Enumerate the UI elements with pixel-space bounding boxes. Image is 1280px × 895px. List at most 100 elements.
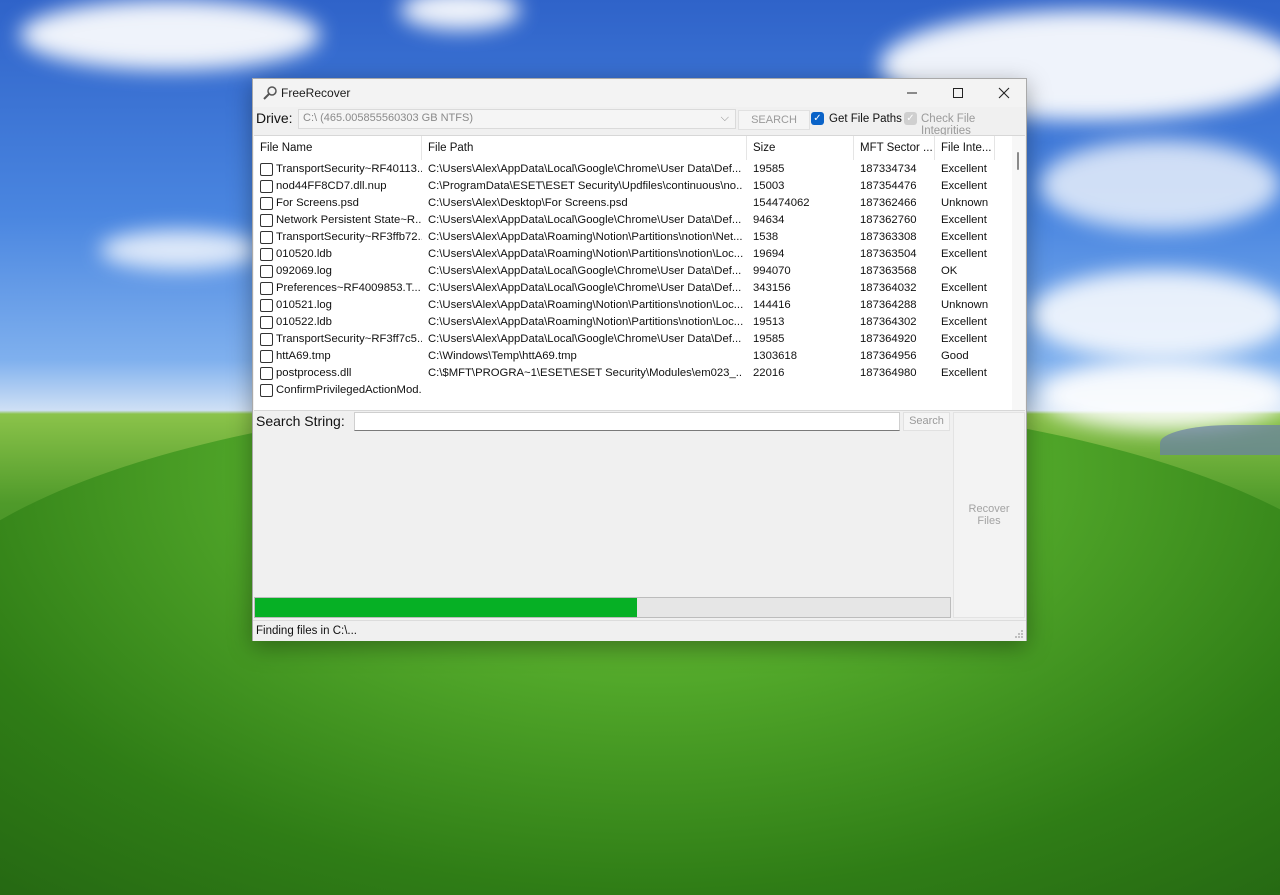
cell-file-name: TransportSecurity~RF3ffb72... bbox=[276, 231, 422, 243]
cell-size: 1538 bbox=[753, 231, 779, 243]
table-row[interactable]: 092069.log C:\Users\Alex\AppData\Local\Go… bbox=[254, 263, 1014, 280]
row-checkbox[interactable] bbox=[260, 350, 273, 363]
cell-size: 19585 bbox=[753, 163, 785, 175]
cell-file-name: postprocess.dll bbox=[276, 367, 352, 379]
search-string-label: Search String: bbox=[256, 413, 345, 429]
table-row[interactable]: 010520.ldb C:\Users\Alex\AppData\Roaming\… bbox=[254, 246, 1014, 263]
column-file-integrity[interactable]: File Inte... bbox=[935, 136, 995, 160]
cell-mft-sector: 187363308 bbox=[860, 231, 917, 243]
close-button[interactable] bbox=[981, 79, 1027, 107]
cell-mft-sector: 187364288 bbox=[860, 299, 917, 311]
cell-file-path bbox=[428, 382, 743, 399]
row-checkbox[interactable] bbox=[260, 265, 273, 278]
cell-size: 19694 bbox=[753, 248, 785, 260]
drive-select[interactable]: C:\ (465.005855560303 GB NTFS) ⌵ bbox=[298, 109, 736, 129]
row-checkbox[interactable] bbox=[260, 180, 273, 193]
cell-mft-sector: 187362466 bbox=[860, 197, 917, 209]
get-file-paths-checkbox[interactable]: ✓ bbox=[811, 112, 824, 125]
row-checkbox[interactable] bbox=[260, 214, 273, 227]
cell-file-name: Preferences~RF4009853.T... bbox=[276, 282, 421, 294]
row-checkbox[interactable] bbox=[260, 282, 273, 295]
check-integrities-label[interactable]: Check File Integrities bbox=[921, 113, 1026, 137]
table-row[interactable]: TransportSecurity~RF3ffb72... C:\Users\Al… bbox=[254, 229, 1014, 246]
search-button[interactable]: Search bbox=[903, 412, 950, 431]
row-checkbox[interactable] bbox=[260, 367, 273, 380]
search-drive-button[interactable]: SEARCH bbox=[738, 110, 810, 130]
maximize-button[interactable] bbox=[935, 79, 981, 107]
table-row[interactable]: nod44FF8CD7.dll.nup C:\ProgramData\ESET\E… bbox=[254, 178, 1014, 195]
cell-file-integrity: Excellent bbox=[941, 248, 987, 260]
row-checkbox[interactable] bbox=[260, 299, 273, 312]
cell-size: 19585 bbox=[753, 333, 785, 345]
cell-size: 994070 bbox=[753, 265, 791, 277]
cell-file-name: Network Persistent State~R... bbox=[276, 214, 422, 226]
table-row[interactable]: Network Persistent State~R... C:\Users\Al… bbox=[254, 212, 1014, 229]
table-row[interactable]: For Screens.psd C:\Users\Alex\Desktop\For… bbox=[254, 195, 1014, 212]
cell-file-integrity: Excellent bbox=[941, 367, 987, 379]
maximize-icon bbox=[953, 88, 963, 98]
drive-select-value: C:\ (465.005855560303 GB NTFS) bbox=[303, 112, 473, 124]
row-checkbox[interactable] bbox=[260, 163, 273, 176]
recover-files-button[interactable]: Recover Files bbox=[953, 412, 1025, 618]
window-title: FreeRecover bbox=[281, 86, 351, 100]
table-row[interactable]: TransportSecurity~RF3ff7c5... C:\Users\Al… bbox=[254, 331, 1014, 348]
table-row[interactable]: 010522.ldb C:\Users\Alex\AppData\Roaming\… bbox=[254, 314, 1014, 331]
cell-file-name: 010522.ldb bbox=[276, 316, 332, 328]
cell-mft-sector: 187364032 bbox=[860, 282, 917, 294]
row-checkbox[interactable] bbox=[260, 231, 273, 244]
results-area bbox=[254, 434, 951, 595]
cell-file-name: nod44FF8CD7.dll.nup bbox=[276, 180, 387, 192]
column-file-name[interactable]: File Name bbox=[254, 136, 422, 160]
cell-size: 343156 bbox=[753, 282, 791, 294]
minimize-button[interactable] bbox=[889, 79, 935, 107]
recover-files-label: Recover Files bbox=[968, 503, 1010, 527]
title-bar[interactable]: FreeRecover bbox=[253, 79, 1026, 107]
table-row[interactable]: postprocess.dll C:\$MFT\PROGRA~1\ESET\ESE… bbox=[254, 365, 1014, 382]
table-row[interactable]: Preferences~RF4009853.T... C:\Users\Alex\… bbox=[254, 280, 1014, 297]
cell-size: 154474062 bbox=[753, 197, 810, 209]
row-checkbox[interactable] bbox=[260, 197, 273, 210]
file-list[interactable]: File Name File Path Size MFT Sector ... … bbox=[254, 135, 1025, 411]
cell-mft-sector: 187354476 bbox=[860, 180, 917, 192]
cell-file-path: C:\Users\Alex\AppData\Local\Google\Chrom… bbox=[428, 282, 742, 294]
cell-file-integrity: Unknown bbox=[941, 299, 989, 311]
cell-file-name: ConfirmPrivilegedActionMod... bbox=[276, 384, 422, 396]
check-integrities-checkbox[interactable]: ✓ bbox=[904, 112, 917, 125]
table-row[interactable]: httA69.tmp C:\Windows\Temp\httA69.tmp 1303… bbox=[254, 348, 1014, 365]
row-checkbox[interactable] bbox=[260, 384, 273, 397]
row-checkbox[interactable] bbox=[260, 316, 273, 329]
cell-size bbox=[753, 382, 853, 399]
progress-fill bbox=[255, 598, 638, 617]
table-row[interactable]: TransportSecurity~RF40113... C:\Users\Ale… bbox=[254, 161, 1014, 178]
cell-file-integrity: Excellent bbox=[941, 163, 987, 175]
cell-file-path: C:\ProgramData\ESET\ESET Security\Updfil… bbox=[428, 180, 743, 192]
cell-file-name: httA69.tmp bbox=[276, 350, 331, 362]
status-text: Finding files in C:\... bbox=[256, 625, 357, 637]
list-scrollbar[interactable] bbox=[1012, 136, 1025, 410]
table-row[interactable]: ConfirmPrivilegedActionMod... bbox=[254, 382, 1014, 399]
cell-file-integrity: Excellent bbox=[941, 333, 987, 345]
cell-mft-sector: 187363504 bbox=[860, 248, 917, 260]
cell-file-path: C:\Windows\Temp\httA69.tmp bbox=[428, 350, 577, 362]
drive-label: Drive: bbox=[256, 110, 293, 126]
cell-file-name: 010521.log bbox=[276, 299, 332, 311]
column-mft-sector[interactable]: MFT Sector ... bbox=[854, 136, 935, 160]
row-checkbox[interactable] bbox=[260, 248, 273, 261]
resize-grip-icon[interactable] bbox=[1014, 629, 1024, 639]
cell-file-name: TransportSecurity~RF3ff7c5... bbox=[276, 333, 422, 345]
search-string-input[interactable] bbox=[354, 412, 900, 431]
table-row[interactable]: 010521.log C:\Users\Alex\AppData\Roaming\… bbox=[254, 297, 1014, 314]
list-header: File Name File Path Size MFT Sector ... … bbox=[254, 136, 1025, 160]
checkmark-icon: ✓ bbox=[813, 113, 822, 124]
get-file-paths-label[interactable]: Get File Paths bbox=[829, 113, 902, 125]
scrollbar-thumb[interactable] bbox=[1017, 152, 1019, 170]
cell-file-path: C:\Users\Alex\AppData\Roaming\Notion\Par… bbox=[428, 299, 743, 311]
app-window: FreeRecover Drive: C:\ (465.005855560303… bbox=[252, 78, 1027, 641]
cell-file-name: 010520.ldb bbox=[276, 248, 332, 260]
column-size[interactable]: Size bbox=[747, 136, 854, 160]
minimize-icon bbox=[907, 92, 917, 94]
cell-file-integrity: Unknown bbox=[941, 197, 989, 209]
column-file-path[interactable]: File Path bbox=[422, 136, 747, 160]
row-checkbox[interactable] bbox=[260, 333, 273, 346]
cell-file-name: For Screens.psd bbox=[276, 197, 359, 209]
